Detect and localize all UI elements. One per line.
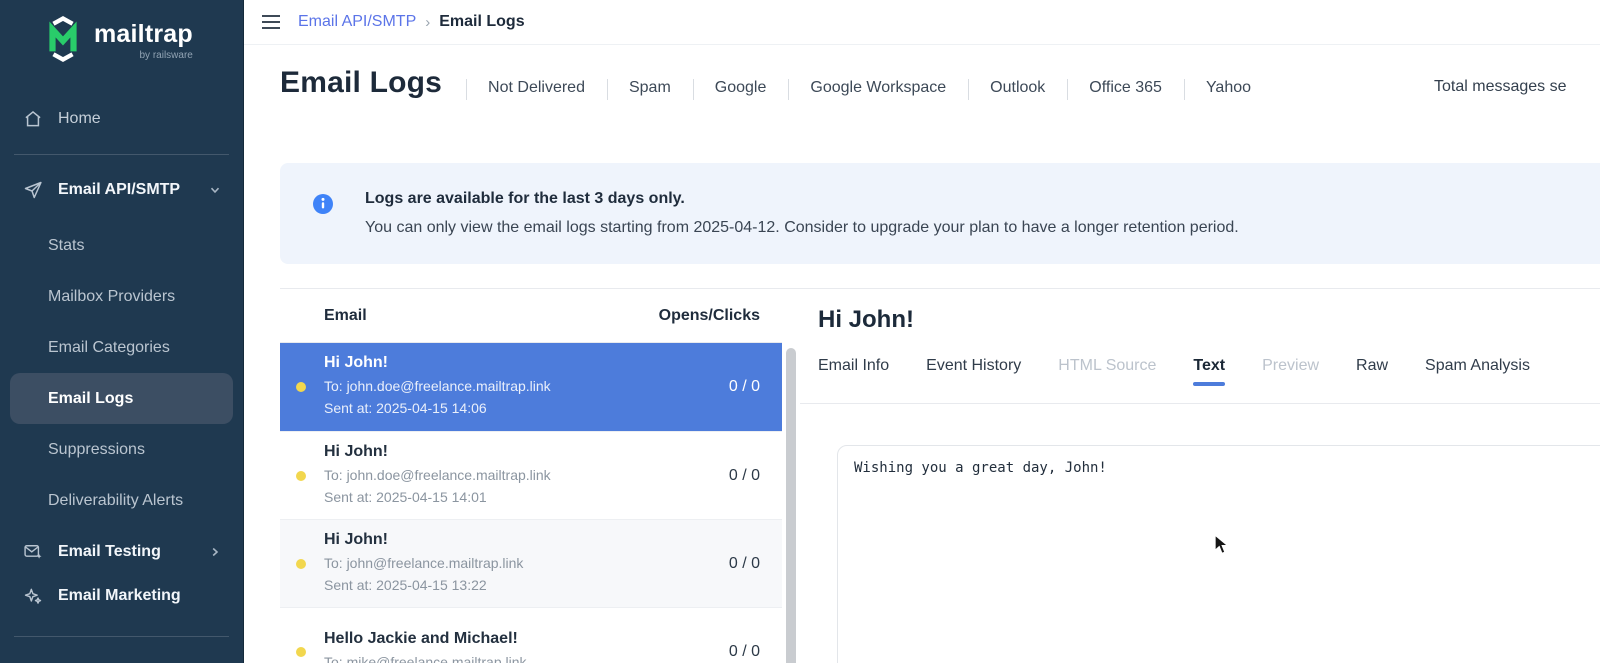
page-title: Email Logs xyxy=(280,66,443,99)
sidebar-item-label: Email Marketing xyxy=(58,587,181,604)
sidebar-item-email-api-smtp[interactable]: Email API/SMTP xyxy=(10,168,233,212)
breadcrumb: Email API/SMTP › Email Logs xyxy=(298,13,525,31)
sidebar-item-email-testing[interactable]: Email Testing xyxy=(10,530,233,574)
sidebar: mailtrap by railsware Home Email API/SMT… xyxy=(0,0,244,663)
sidebar-subitem-label: Email Logs xyxy=(48,389,134,407)
email-subject: Hi John! xyxy=(324,530,388,548)
chevron-right-icon xyxy=(209,546,221,558)
email-to: To: john@freelance.mailtrap.link xyxy=(324,554,524,571)
sidebar-subitem[interactable]: Mailbox Providers xyxy=(10,271,233,322)
filter-tab[interactable]: Office 365 xyxy=(1067,79,1184,100)
detail-tab[interactable]: Text xyxy=(1193,357,1225,386)
filter-tab[interactable]: Google xyxy=(692,79,789,100)
sidebar-api-subitems: Stats Mailbox Providers Email Categories… xyxy=(10,220,233,526)
filter-tab[interactable]: Not Delivered xyxy=(466,79,607,100)
sidebar-subitem-label: Mailbox Providers xyxy=(48,287,176,305)
status-dot-icon xyxy=(296,470,306,481)
paper-plane-icon xyxy=(22,179,44,201)
sidebar-nav: Home Email API/SMTP Stats Mailbox Provid… xyxy=(0,97,243,637)
retention-info-banner: Logs are available for the last 3 days o… xyxy=(280,163,1600,264)
breadcrumb-current: Email Logs xyxy=(439,13,525,30)
detail-tab[interactable]: Raw xyxy=(1356,357,1388,375)
email-log-row[interactable]: Hi John! To: john@freelance.mailtrap.lin… xyxy=(280,519,782,607)
email-to: To: mike@freelance.mailtrap.link xyxy=(324,653,527,663)
opens-clicks-value: 0 / 0 xyxy=(728,378,760,395)
app-window: mailtrap by railsware Home Email API/SMT… xyxy=(0,0,1600,663)
opens-clicks-value: 0 / 0 xyxy=(728,554,760,572)
detail-tab[interactable]: Event History xyxy=(926,357,1021,375)
filter-tab[interactable]: Google Workspace xyxy=(788,79,968,100)
banner-body: You can only view the email logs startin… xyxy=(365,219,1239,236)
sidebar-subitem[interactable]: Suppressions xyxy=(10,424,233,475)
email-to: To: john.doe@freelance.mailtrap.link xyxy=(324,466,551,483)
detail-tab[interactable]: Spam Analysis xyxy=(1425,357,1530,375)
email-body-text: Wishing you a great day, John! xyxy=(854,460,1107,476)
sidebar-subitem[interactable]: Deliverability Alerts xyxy=(10,475,233,526)
sidebar-subitem[interactable]: Stats xyxy=(10,220,233,271)
detail-tab[interactable]: Email Info xyxy=(818,357,889,375)
sidebar-subitem-label: Deliverability Alerts xyxy=(48,491,184,509)
opens-clicks-value: 0 / 0 xyxy=(728,466,760,484)
sidebar-item-label: Email Testing xyxy=(58,543,161,560)
envelope-test-icon xyxy=(22,541,44,563)
topbar: Email API/SMTP › Email Logs xyxy=(244,0,1600,45)
status-dot-icon xyxy=(296,558,306,569)
sparkles-icon xyxy=(22,585,44,607)
brand-tagline: by railsware xyxy=(139,50,193,61)
detail-tab[interactable]: Preview xyxy=(1262,357,1319,375)
page-header: Email Logs Not Delivered Spam Google Google… xyxy=(280,66,1273,100)
status-dot-icon xyxy=(296,646,306,657)
email-log-row[interactable]: Hi John! To: john.doe@freelance.mailtrap… xyxy=(280,431,782,519)
sidebar-subitem[interactable]: Email Categories xyxy=(10,322,233,373)
sidebar-item-label: Home xyxy=(58,110,101,127)
hamburger-menu-icon[interactable] xyxy=(261,13,283,31)
opens-clicks-value: 0 / 0 xyxy=(728,642,760,660)
sidebar-subitem-label: Email Categories xyxy=(48,338,170,356)
sidebar-subitem[interactable]: Email Logs xyxy=(10,373,233,424)
detail-title: Hi John! xyxy=(818,306,914,333)
email-sent-at: Sent at: 2025-04-15 14:01 xyxy=(324,488,487,505)
email-log-row[interactable]: Hello Jackie and Michael! To: mike@freel… xyxy=(280,607,782,663)
filter-tab[interactable]: Spam xyxy=(606,79,693,100)
sidebar-subitem-label: Suppressions xyxy=(48,440,145,458)
email-sent-at: Sent at: 2025-04-15 13:22 xyxy=(324,576,487,593)
chevron-down-icon xyxy=(209,184,221,196)
mailtrap-logo[interactable]: mailtrap by railsware xyxy=(0,0,243,67)
email-log-rows: Hi John! To: john.doe@freelance.mailtrap… xyxy=(280,343,782,663)
list-scrollbar[interactable] xyxy=(786,348,796,663)
email-detail-panel: Hi John! Email Info Event History HTML Sou… xyxy=(800,289,1600,663)
sidebar-divider xyxy=(14,154,229,155)
sidebar-subitem-label: Stats xyxy=(48,236,85,254)
banner-title: Logs are available for the last 3 days o… xyxy=(365,190,685,207)
tabs-bottom-border xyxy=(800,403,1600,404)
breadcrumb-parent-link[interactable]: Email API/SMTP xyxy=(298,13,416,31)
home-icon xyxy=(22,108,44,130)
sidebar-item-label: Email API/SMTP xyxy=(58,181,181,198)
email-subject: Hi John! xyxy=(324,354,388,372)
email-log-row[interactable]: Hi John! To: john.doe@freelance.mailtrap… xyxy=(280,343,782,431)
breadcrumb-separator: › xyxy=(425,13,431,31)
email-log-list: Email Opens/Clicks Hi John! To: john.doe… xyxy=(280,289,782,663)
list-header: Email Opens/Clicks xyxy=(280,289,782,343)
email-text-content-box: Wishing you a great day, John! xyxy=(837,445,1600,663)
column-header-email: Email xyxy=(324,306,367,324)
mailtrap-logo-icon xyxy=(42,16,84,67)
brand-name: mailtrap xyxy=(94,20,193,48)
status-dot-icon xyxy=(296,382,306,392)
sidebar-item-email-marketing[interactable]: Email Marketing xyxy=(10,574,233,618)
email-subject: Hi John! xyxy=(324,442,388,460)
filter-tab[interactable]: Yahoo xyxy=(1183,79,1273,100)
total-messages-label: Total messages se xyxy=(1434,78,1567,95)
detail-tabs: Email Info Event History HTML Source Text Pr… xyxy=(818,353,1530,386)
email-to: To: john.doe@freelance.mailtrap.link xyxy=(324,378,551,395)
info-icon xyxy=(313,194,333,214)
filter-tab[interactable]: Outlook xyxy=(968,79,1067,100)
filter-tabs: Not Delivered Spam Google Google Workspace O… xyxy=(466,79,1273,100)
sidebar-divider xyxy=(14,636,229,637)
detail-tab[interactable]: HTML Source xyxy=(1058,357,1156,375)
email-subject: Hello Jackie and Michael! xyxy=(324,629,518,647)
email-sent-at: Sent at: 2025-04-15 14:06 xyxy=(324,400,487,416)
column-header-opens-clicks: Opens/Clicks xyxy=(658,306,760,324)
sidebar-item-home[interactable]: Home xyxy=(10,97,233,141)
